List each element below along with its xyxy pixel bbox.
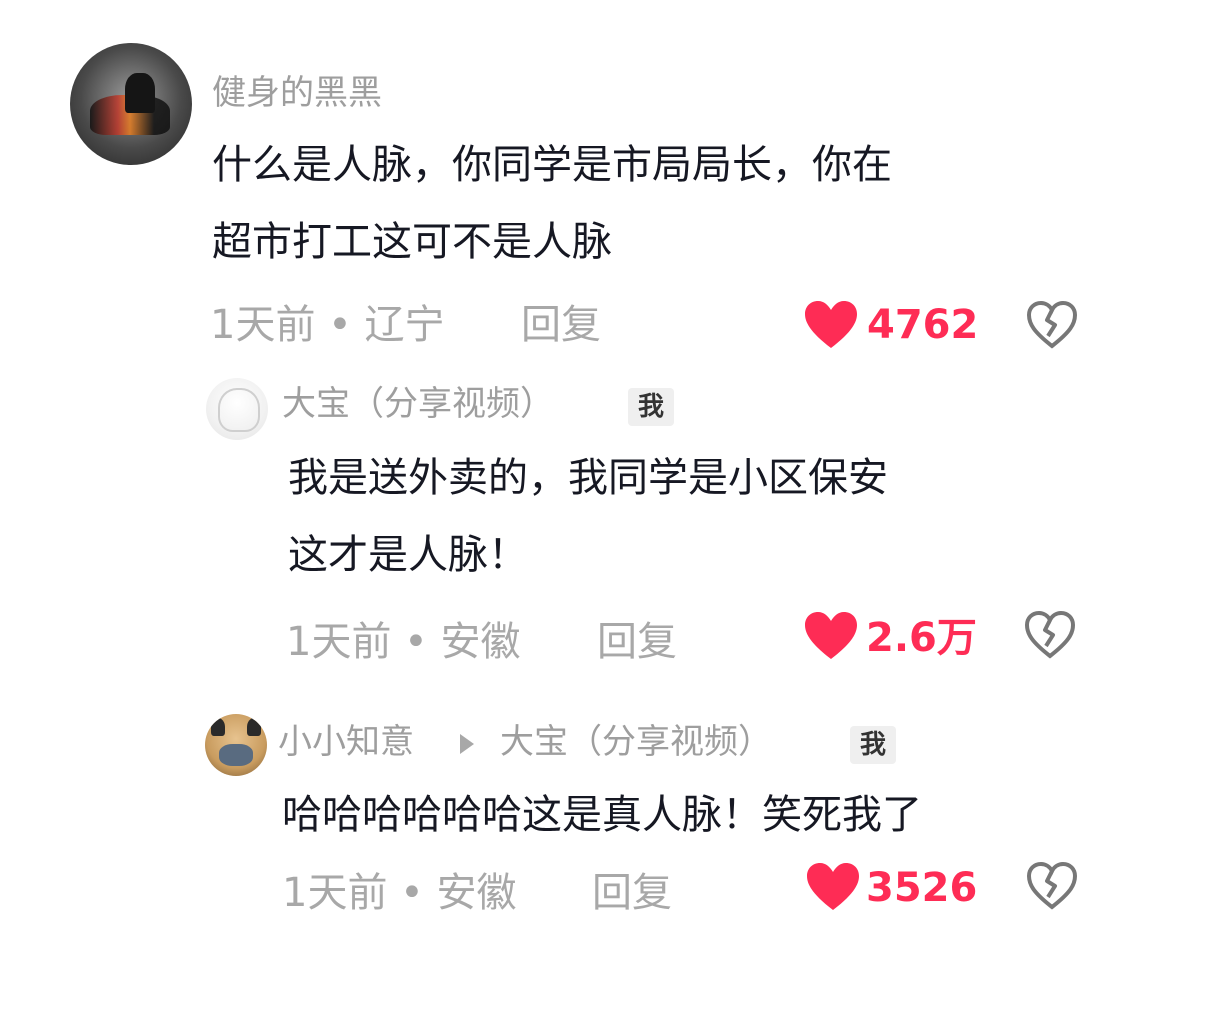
broken-heart-icon[interactable] — [1026, 300, 1078, 350]
avatar-mask-image — [219, 744, 253, 766]
author-badge: 我 — [628, 388, 675, 426]
like-count: 4762 — [867, 302, 979, 348]
reply-button[interactable]: 回复 — [521, 305, 601, 345]
comment-username[interactable]: 健身的黑黑 — [212, 76, 382, 110]
avatar[interactable] — [206, 378, 268, 440]
like-count: 3526 — [866, 865, 978, 911]
heart-icon[interactable] — [804, 300, 858, 350]
reply-text-line-1: 哈哈哈哈哈哈这是真人脉！笑死我了 — [282, 792, 922, 838]
reply-text-line-1: 我是送外卖的，我同学是小区保安 — [288, 455, 888, 501]
reply-button[interactable]: 回复 — [592, 873, 672, 913]
triangle-right-icon — [460, 734, 474, 754]
avatar[interactable] — [205, 714, 267, 776]
like-count: 2.6万 — [866, 615, 977, 661]
reply-username[interactable]: 大宝（分享视频） — [282, 387, 554, 421]
avatar-ear-image — [247, 718, 261, 736]
reply-meta: 1天前 • 安徽 — [282, 870, 517, 916]
comment-text-line-1: 什么是人脉，你同学是市局局长，你在 — [212, 142, 892, 188]
broken-heart-icon[interactable] — [1026, 861, 1078, 911]
comment-text-line-2: 超市打工这可不是人脉 — [212, 219, 612, 265]
reply-username[interactable]: 小小知意 — [278, 725, 414, 759]
reply-to-username[interactable]: 大宝（分享视频） — [500, 725, 772, 759]
reply-button[interactable]: 回复 — [597, 622, 677, 662]
comment-thread: 健身的黑黑 什么是人脉，你同学是市局局长，你在 超市打工这可不是人脉 1天前 •… — [0, 0, 1208, 1012]
heart-icon[interactable] — [804, 611, 858, 661]
reply-text-line-2: 这才是人脉！ — [288, 532, 528, 578]
reply-meta: 1天前 • 安徽 — [286, 619, 521, 665]
author-badge: 我 — [850, 726, 897, 764]
broken-heart-icon[interactable] — [1024, 610, 1076, 660]
avatar-rider-image — [125, 73, 155, 113]
avatar-sketch-image — [218, 388, 260, 432]
heart-icon[interactable] — [806, 862, 860, 912]
avatar-ear-image — [211, 718, 225, 736]
comment-meta: 1天前 • 辽宁 — [210, 302, 445, 348]
avatar[interactable] — [70, 43, 192, 165]
